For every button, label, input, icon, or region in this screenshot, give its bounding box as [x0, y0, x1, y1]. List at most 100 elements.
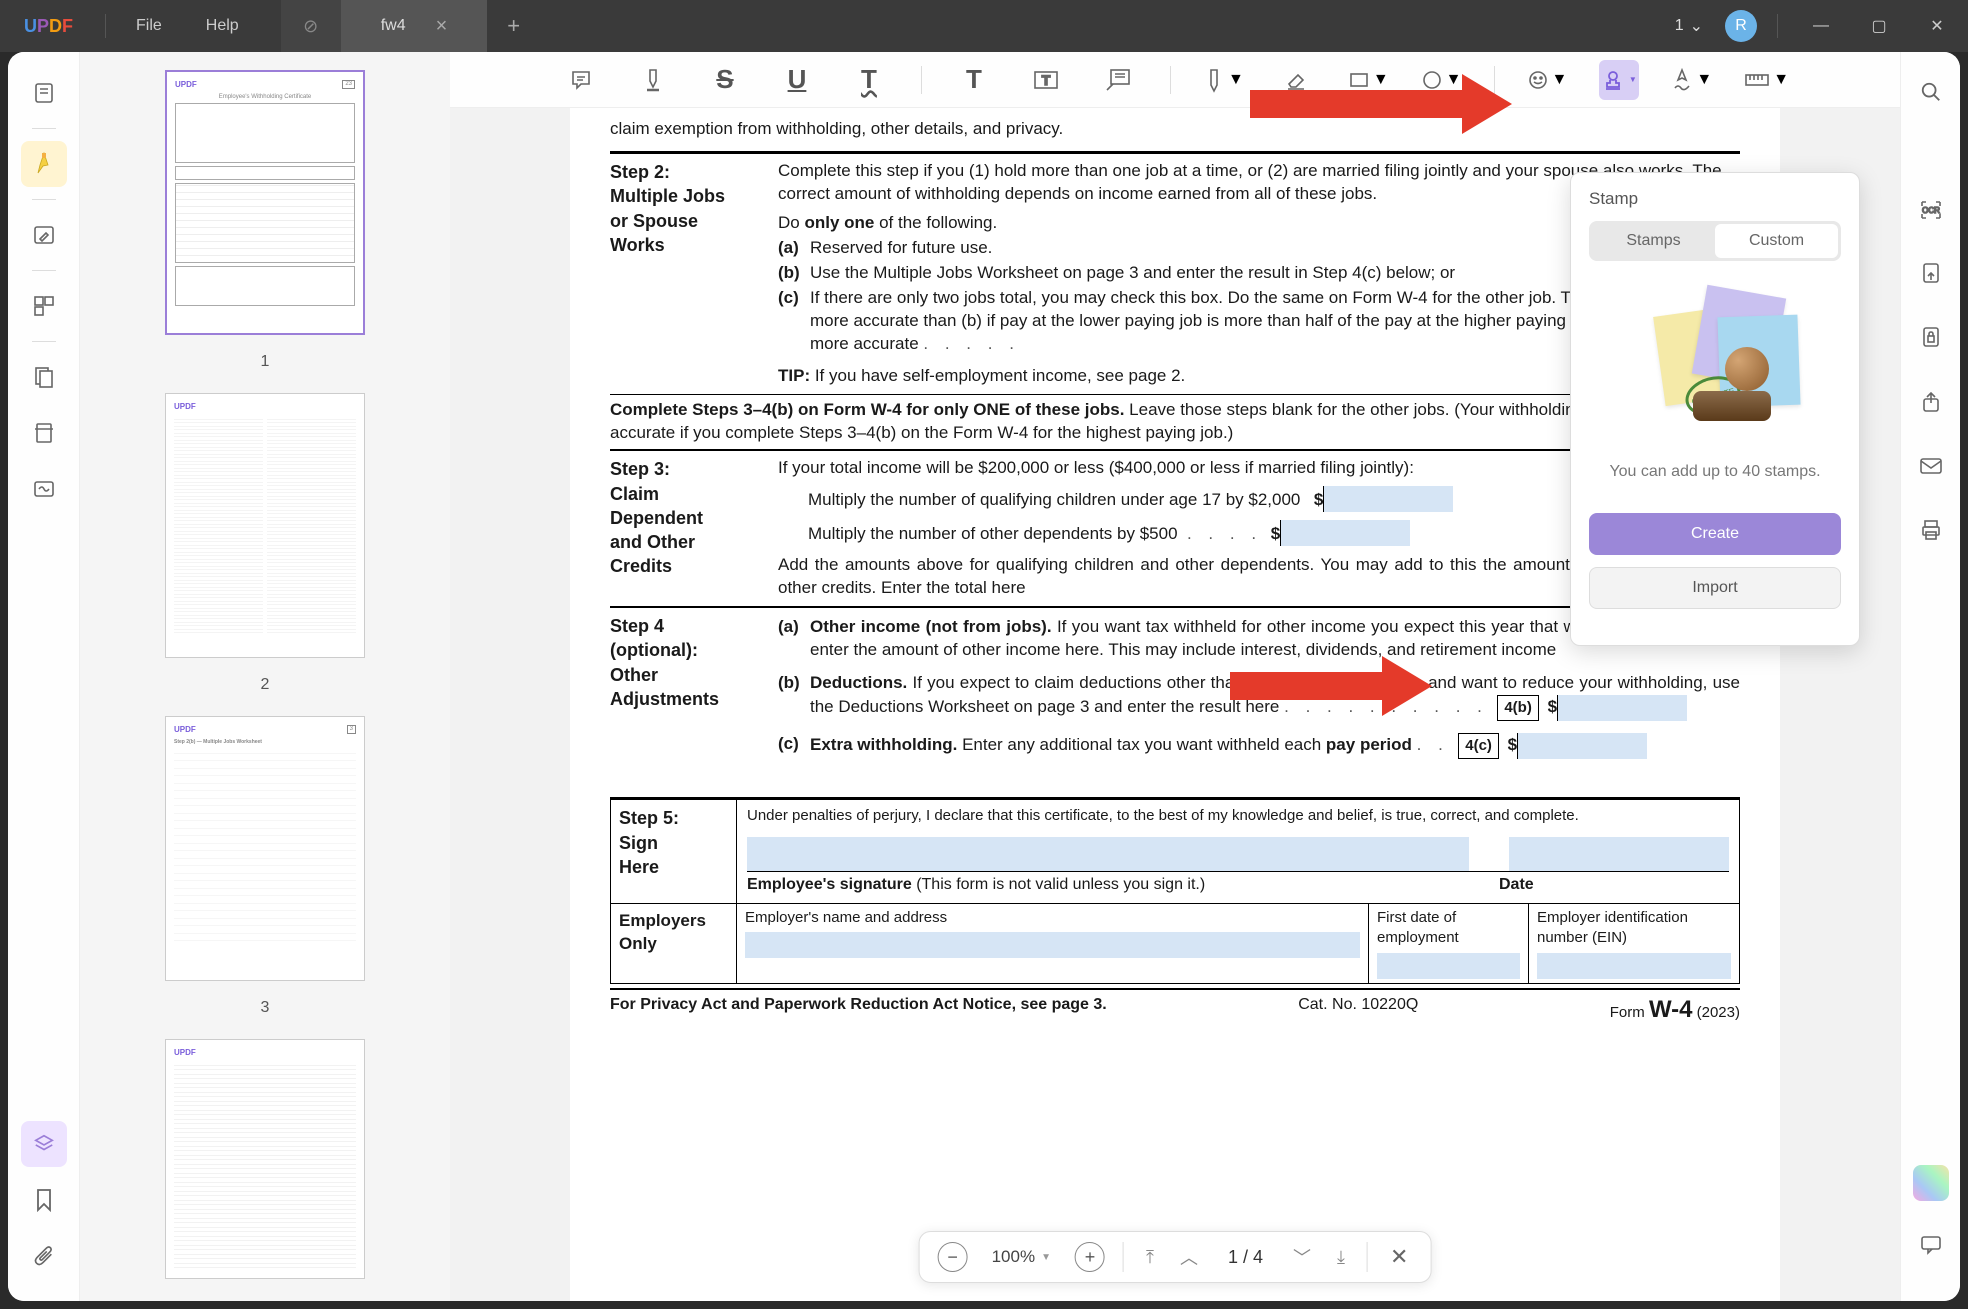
- ein-l1: Employer identification: [1537, 908, 1731, 928]
- thumbnail-page-4[interactable]: UPDF: [165, 1039, 365, 1279]
- prev-page-button[interactable]: ︿: [1176, 1244, 1202, 1270]
- app-body: UPDF23 Employee's Withholding Certificat…: [8, 52, 1960, 1301]
- tab-home[interactable]: ⊘: [281, 0, 341, 52]
- last-page-button[interactable]: ⤓: [1333, 1247, 1349, 1268]
- step2-title: Step 2:: [610, 160, 768, 184]
- close-toolbar-button[interactable]: ✕: [1386, 1244, 1412, 1270]
- step5-s2: Here: [619, 855, 728, 879]
- user-avatar[interactable]: R: [1725, 10, 1757, 42]
- protect-icon[interactable]: [1911, 318, 1951, 358]
- bookmark-icon[interactable]: [21, 1177, 67, 1223]
- thumbnail-label-3: 3: [261, 999, 270, 1017]
- next-page-button[interactable]: ﹀: [1289, 1244, 1315, 1270]
- pencil-tool[interactable]: ▼: [1203, 67, 1244, 93]
- amount-field[interactable]: [1557, 695, 1687, 721]
- step2-sub2: or Spouse: [610, 209, 768, 233]
- squiggly-tool-icon[interactable]: T: [849, 60, 889, 100]
- step4a-label: Other income (not from jobs).: [810, 617, 1052, 636]
- layers-icon[interactable]: [21, 1121, 67, 1167]
- stamp-illustration: COMPLETE: [1589, 281, 1841, 451]
- share-icon[interactable]: [1911, 382, 1951, 422]
- chevron-down-icon: ▼: [1773, 71, 1789, 89]
- stamp-hint: You can add up to 40 stamps.: [1589, 461, 1841, 483]
- annotation-arrow-2: [1230, 658, 1430, 714]
- textbox-tool-icon[interactable]: T: [1026, 60, 1066, 100]
- callout-tool-icon[interactable]: [1098, 60, 1138, 100]
- page-tool-icon[interactable]: [21, 354, 67, 400]
- thumbnail-page-1[interactable]: UPDF23 Employee's Withholding Certificat…: [165, 70, 365, 335]
- pdf-text: claim exemption from withholding, other …: [610, 108, 1740, 151]
- zoom-in-button[interactable]: +: [1075, 1242, 1105, 1272]
- ocr-icon[interactable]: OCR: [1911, 190, 1951, 230]
- tab-fw4[interactable]: fw4 ×: [341, 0, 488, 52]
- step3-s4: Credits: [610, 554, 768, 578]
- minimize-button[interactable]: —: [1798, 0, 1844, 52]
- tab-close-icon[interactable]: ×: [436, 15, 448, 38]
- edit-tool-icon[interactable]: [21, 212, 67, 258]
- sig-label: Employee's signature: [747, 876, 912, 893]
- zoom-out-button[interactable]: −: [938, 1242, 968, 1272]
- step4-s2: Adjustments: [610, 687, 768, 711]
- annotation-toolbar: S U T T T ▼ ▼ ▼ ▼ ▼ ▼ ▼: [450, 52, 1900, 108]
- stamps-tab[interactable]: Stamps: [1592, 224, 1715, 258]
- note-tool-icon[interactable]: [561, 60, 601, 100]
- organize-tool-icon[interactable]: [21, 283, 67, 329]
- amount-field[interactable]: [1517, 733, 1647, 759]
- date-field[interactable]: [1509, 837, 1729, 871]
- zoom-level[interactable]: 100%▼: [986, 1247, 1057, 1267]
- tab-title: fw4: [381, 17, 406, 35]
- step3-total: Add the amounts above for qualifying chi…: [778, 554, 1625, 600]
- divider: [921, 66, 922, 94]
- menu-file[interactable]: File: [114, 17, 184, 35]
- print-icon[interactable]: [1911, 510, 1951, 550]
- separator: [1367, 1242, 1368, 1272]
- text: Do: [778, 213, 804, 232]
- create-stamp-button[interactable]: Create: [1589, 513, 1841, 555]
- text-tool-icon[interactable]: T: [954, 60, 994, 100]
- first-date-field[interactable]: [1377, 953, 1520, 979]
- employer-name-field[interactable]: [745, 932, 1360, 958]
- amount-field[interactable]: [1323, 486, 1453, 512]
- signature-tool[interactable]: ▼: [1671, 68, 1712, 92]
- ein-field[interactable]: [1537, 953, 1731, 979]
- page-count-value: 1: [1675, 17, 1684, 35]
- highlight-tool-icon[interactable]: [633, 60, 673, 100]
- underline-tool-icon[interactable]: U: [777, 60, 817, 100]
- stamp-tool[interactable]: ▼: [1599, 60, 1639, 100]
- strikeout-tool-icon[interactable]: S: [705, 60, 745, 100]
- ai-assistant-icon[interactable]: [1913, 1165, 1949, 1201]
- thumbnail-panel: UPDF23 Employee's Withholding Certificat…: [80, 52, 450, 1301]
- attachment-icon[interactable]: [21, 1233, 67, 1279]
- page-display[interactable]: 1 / 4: [1220, 1247, 1271, 1268]
- custom-tab[interactable]: Custom: [1715, 224, 1838, 258]
- close-button[interactable]: ✕: [1914, 0, 1960, 52]
- reader-tool-icon[interactable]: [21, 70, 67, 116]
- maximize-button[interactable]: ▢: [1856, 0, 1902, 52]
- search-icon[interactable]: [1911, 72, 1951, 112]
- comment-panel-icon[interactable]: [1911, 1225, 1951, 1265]
- page-count-indicator[interactable]: 1⌄: [1665, 16, 1713, 36]
- tab-add-button[interactable]: +: [487, 13, 540, 39]
- step4c-label: Extra withholding.: [810, 735, 957, 754]
- step3-s3: and Other: [610, 530, 768, 554]
- signature-field[interactable]: [747, 837, 1469, 871]
- chevron-down-icon: ▼: [1228, 71, 1244, 89]
- convert-icon[interactable]: [1911, 254, 1951, 294]
- amount-field[interactable]: [1280, 520, 1410, 546]
- import-stamp-button[interactable]: Import: [1589, 567, 1841, 609]
- menu-help[interactable]: Help: [184, 17, 261, 35]
- sticker-tool[interactable]: ▼: [1527, 69, 1568, 91]
- comment-tool-icon[interactable]: [21, 141, 67, 187]
- thumbnail-page-3[interactable]: UPDF3 Step 2(b) — Multiple Jobs Workshee…: [165, 716, 365, 981]
- box-4b: 4(b): [1497, 695, 1539, 721]
- tab-area: ⊘ fw4 × +: [281, 0, 540, 52]
- redact-tool-icon[interactable]: [21, 466, 67, 512]
- crop-tool-icon[interactable]: [21, 410, 67, 456]
- email-icon[interactable]: [1911, 446, 1951, 486]
- separator: [1123, 1242, 1124, 1272]
- measure-tool[interactable]: ▼: [1744, 71, 1789, 89]
- footer-left: For Privacy Act and Paperwork Reduction …: [610, 994, 1107, 1026]
- first-page-button[interactable]: ⤒: [1142, 1247, 1158, 1268]
- sign-section: Step 5: Sign Here Under penalties of per…: [610, 797, 1740, 983]
- thumbnail-page-2[interactable]: UPDF: [165, 393, 365, 658]
